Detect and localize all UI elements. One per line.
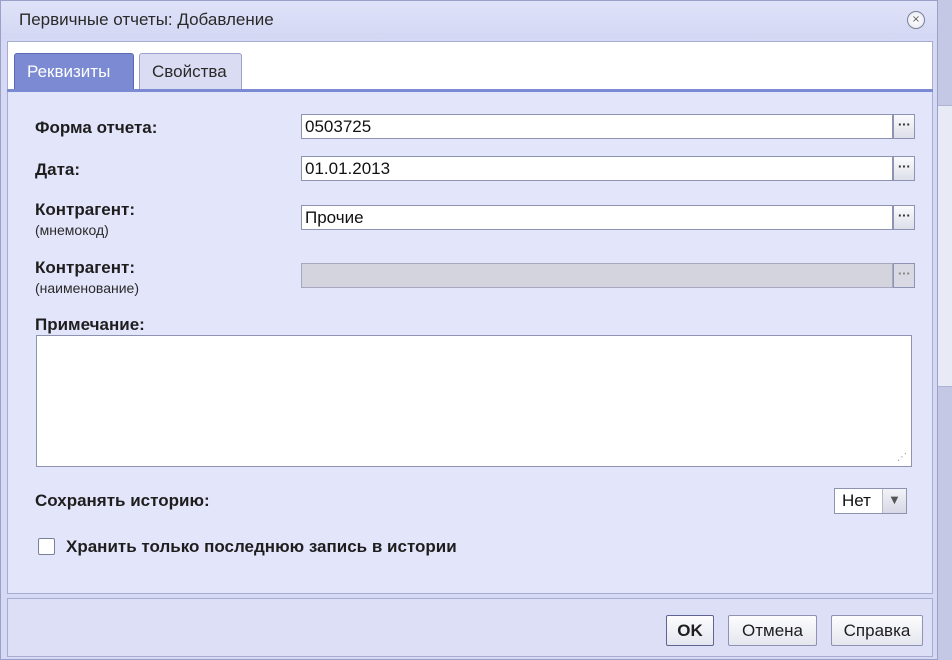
- date-label: Дата:: [35, 160, 81, 179]
- report-form-input[interactable]: 0503725: [301, 114, 893, 139]
- report-form-label: Форма отчета:: [35, 118, 158, 137]
- tab-properties[interactable]: Свойства: [139, 53, 242, 90]
- keep-history-value: Нет: [842, 491, 871, 510]
- counterparty-name-ellipsis-button: ···: [893, 263, 915, 288]
- counterparty-name-label: Контрагент:: [35, 258, 135, 277]
- counterparty-code-label: Контрагент:: [35, 200, 135, 219]
- resize-grip-icon[interactable]: ⋰: [897, 453, 907, 463]
- date-input[interactable]: 01.01.2013: [301, 156, 893, 181]
- keep-history-select[interactable]: Нет ▼: [834, 488, 907, 514]
- date-ellipsis-button[interactable]: ···: [893, 156, 915, 181]
- counterparty-code-sublabel: (мнемокод): [35, 222, 109, 238]
- note-textarea[interactable]: ⋰: [36, 335, 912, 467]
- chevron-down-icon[interactable]: ▼: [882, 489, 906, 513]
- close-icon[interactable]: ×: [907, 11, 925, 29]
- form-panel: Форма отчета: 0503725 ··· Дата: 01.01.20…: [7, 92, 933, 594]
- last-record-only-checkbox[interactable]: [38, 538, 55, 555]
- report-form-ellipsis-button[interactable]: ···: [893, 114, 915, 139]
- button-bar: OK Отмена Справка: [7, 598, 933, 657]
- counterparty-code-input[interactable]: Прочие: [301, 205, 893, 230]
- counterparty-name-input: [301, 263, 893, 288]
- background-window-edge: [938, 0, 952, 660]
- counterparty-name-sublabel: (наименование): [35, 280, 139, 296]
- note-label: Примечание:: [35, 315, 145, 334]
- background-panel: [938, 105, 952, 387]
- keep-history-label: Сохранять историю:: [35, 491, 210, 510]
- title-bar: Первичные отчеты: Добавление ×: [1, 1, 937, 39]
- dialog-title: Первичные отчеты: Добавление: [19, 10, 274, 29]
- tab-requisites[interactable]: Реквизиты: [14, 53, 134, 90]
- cancel-button[interactable]: Отмена: [728, 615, 817, 646]
- help-button[interactable]: Справка: [831, 615, 923, 646]
- tab-strip: Реквизиты Свойства: [7, 41, 933, 91]
- dialog-window: Первичные отчеты: Добавление × Реквизиты…: [0, 0, 938, 660]
- counterparty-code-ellipsis-button[interactable]: ···: [893, 205, 915, 230]
- last-record-only-label[interactable]: Хранить только последнюю запись в истори…: [66, 537, 457, 557]
- ok-button[interactable]: OK: [666, 615, 714, 646]
